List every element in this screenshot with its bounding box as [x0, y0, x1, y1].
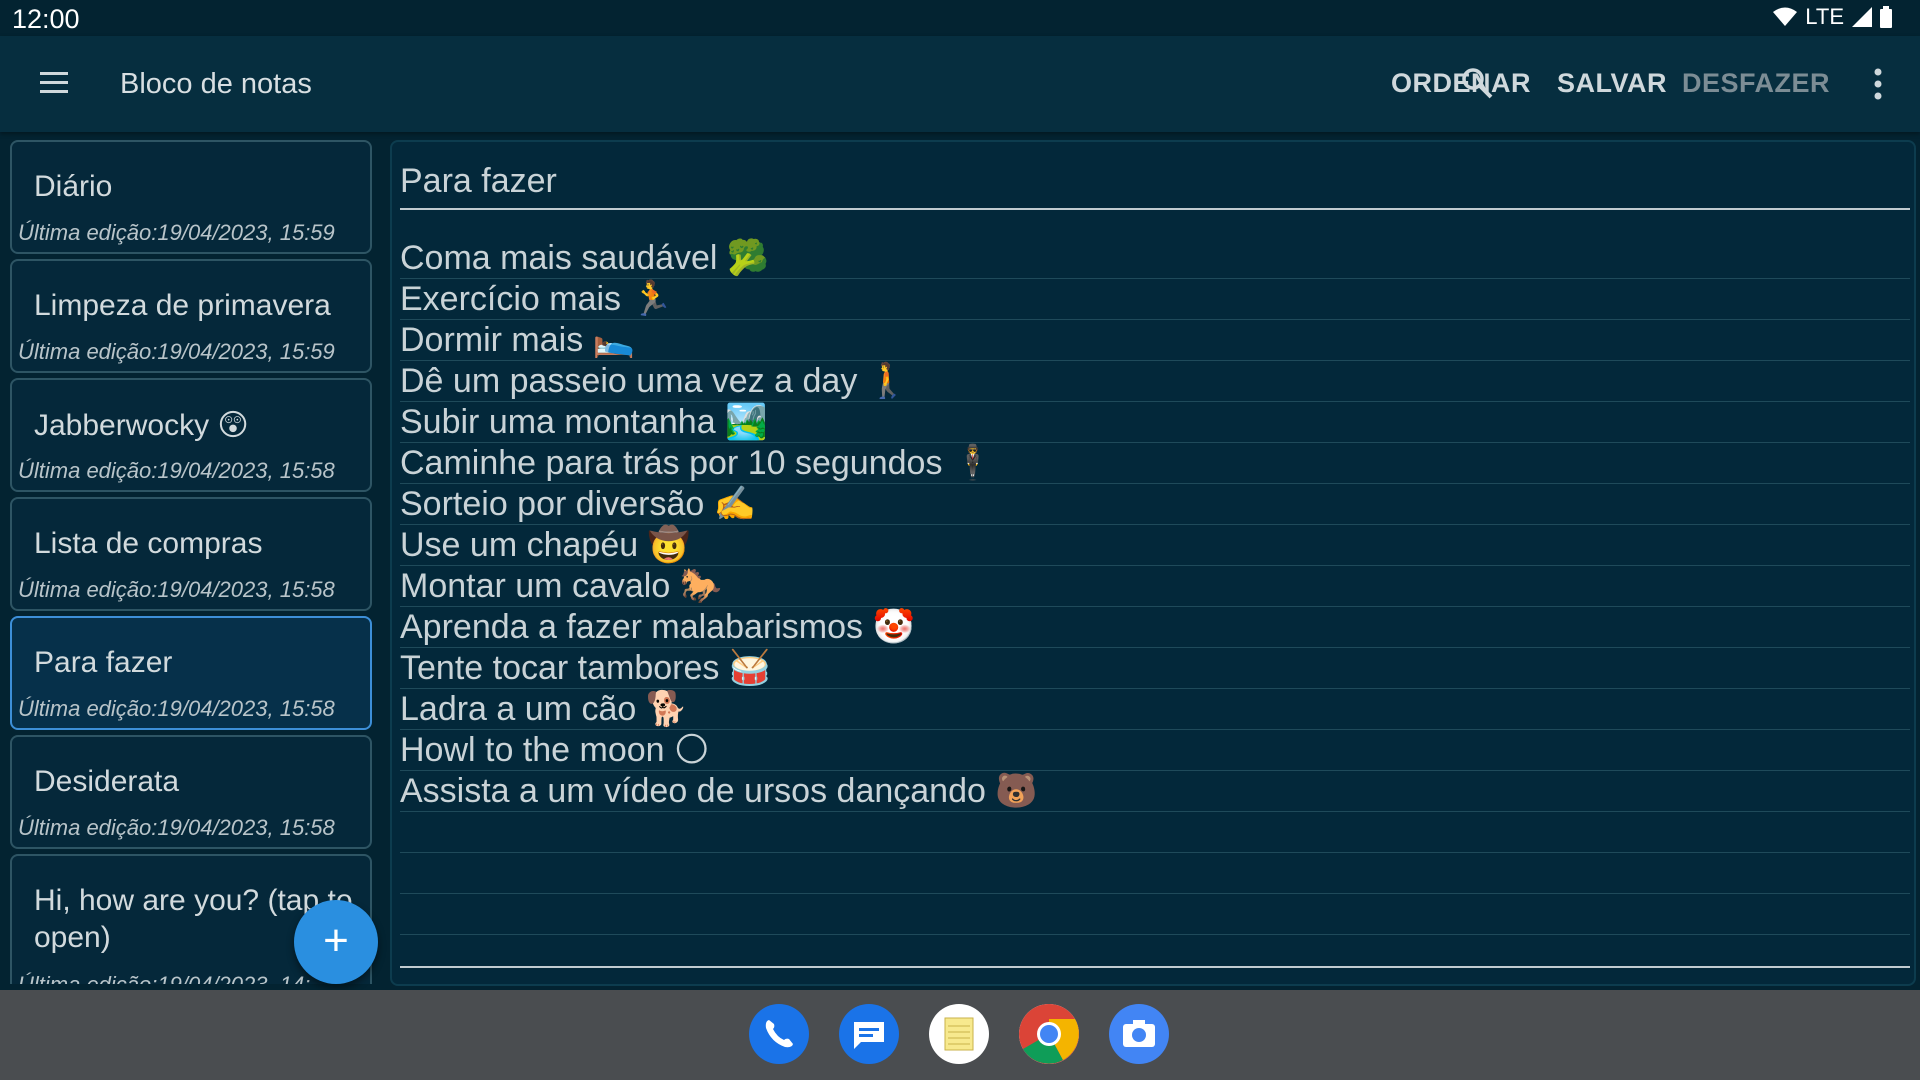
chrome-icon[interactable]	[1019, 1004, 1079, 1064]
note-body[interactable]: Coma mais saudável 🥦 Exercício mais 🏃 Do…	[400, 238, 1910, 935]
note-card-desiderata[interactable]: Desiderata Última edição:19/04/2023, 15:…	[10, 735, 372, 849]
sort-button[interactable]: ORDENAR	[1391, 68, 1531, 99]
note-last-edit: Última edição:19/04/2023, 15:58	[18, 458, 335, 483]
menu-icon[interactable]	[38, 70, 70, 96]
note-last-edit: Última edição:19/04/2023, 14:...	[18, 972, 329, 984]
title-underline	[400, 208, 1910, 210]
note-line[interactable]: Dormir mais 🛌	[400, 320, 1910, 361]
notes-app-icon[interactable]	[929, 1004, 989, 1064]
note-line[interactable]	[400, 894, 1910, 935]
camera-icon[interactable]	[1109, 1004, 1169, 1064]
note-editor[interactable]: Para fazer Coma mais saudável 🥦 Exercíci…	[390, 140, 1916, 986]
note-last-edit: Última edição:19/04/2023, 15:59	[18, 339, 335, 364]
note-card-limpeza[interactable]: Limpeza de primavera Última edição:19/04…	[10, 259, 372, 373]
note-line[interactable]: Sorteio por diversão ✍️	[400, 484, 1910, 525]
status-time: 12:00	[12, 4, 80, 34]
note-last-edit: Última edição:19/04/2023, 15:58	[18, 577, 335, 602]
note-line[interactable]	[400, 812, 1910, 853]
note-line[interactable]: Ladra a um cão 🐕	[400, 689, 1910, 730]
status-icons: LTE	[1773, 4, 1892, 30]
undo-button[interactable]: DESFAZER	[1682, 68, 1830, 99]
note-title: Jabberwocky 😲	[34, 409, 249, 442]
signal-icon	[1852, 7, 1872, 27]
note-line[interactable]: Dê um passeio uma vez a day 🚶	[400, 361, 1910, 402]
note-line[interactable]: Montar um cavalo 🐎	[400, 566, 1910, 607]
note-line[interactable]: Subir uma montanha 🏞️	[400, 402, 1910, 443]
add-note-button[interactable]: +	[294, 900, 378, 984]
app-bar: Bloco de notas ORDENAR SALVAR DESFAZER	[0, 36, 1920, 132]
note-card-lista-de-compras[interactable]: Lista de compras Última edição:19/04/202…	[10, 497, 372, 611]
note-line[interactable]: Howl to the moon 🌕	[400, 730, 1910, 771]
note-title: Diário	[34, 170, 113, 203]
note-line[interactable]: Caminhe para trás por 10 segundos 🕴	[400, 443, 1910, 484]
note-line[interactable]: Assista a um vídeo de ursos dançando 🐻	[400, 771, 1910, 812]
messages-icon[interactable]	[839, 1004, 899, 1064]
note-last-edit: Última edição:19/04/2023, 15:59	[18, 220, 335, 245]
note-line[interactable]: Aprenda a fazer malabarismos 🤡	[400, 607, 1910, 648]
note-title: Desiderata	[34, 765, 180, 798]
note-title: Lista de compras	[34, 527, 263, 560]
note-title-field[interactable]: Para fazer	[400, 162, 557, 201]
battery-icon	[1880, 6, 1892, 28]
note-title: Para fazer	[34, 646, 173, 679]
note-line[interactable]: Exercício mais 🏃	[400, 279, 1910, 320]
app-title: Bloco de notas	[120, 68, 312, 100]
note-line[interactable]	[400, 853, 1910, 894]
note-last-edit: Última edição:19/04/2023, 15:58	[18, 696, 335, 721]
phone-icon[interactable]	[749, 1004, 809, 1064]
save-button[interactable]: SALVAR	[1557, 68, 1667, 99]
note-title: Limpeza de primavera	[34, 289, 331, 322]
notes-list[interactable]: Diário Última edição:19/04/2023, 15:59 L…	[0, 132, 380, 984]
editor-bottom-line	[400, 966, 1910, 968]
more-options-icon[interactable]	[1874, 67, 1882, 101]
status-bar: 12:00 LTE	[0, 0, 1920, 36]
note-card-jabberwocky[interactable]: Jabberwocky 😲 Última edição:19/04/2023, …	[10, 378, 372, 492]
note-line[interactable]: Use um chapéu 🤠	[400, 525, 1910, 566]
note-last-edit: Última edição:19/04/2023, 15:58	[18, 815, 335, 840]
note-card-diario[interactable]: Diário Última edição:19/04/2023, 15:59	[10, 140, 372, 254]
wifi-icon	[1773, 7, 1798, 26]
note-line[interactable]: Coma mais saudável 🥦	[400, 238, 1910, 279]
note-line[interactable]: Tente tocar tambores 🥁	[400, 648, 1910, 689]
note-card-para-fazer[interactable]: Para fazer Última edição:19/04/2023, 15:…	[10, 616, 372, 730]
app-dock	[0, 990, 1920, 1080]
network-label: LTE	[1805, 4, 1844, 29]
